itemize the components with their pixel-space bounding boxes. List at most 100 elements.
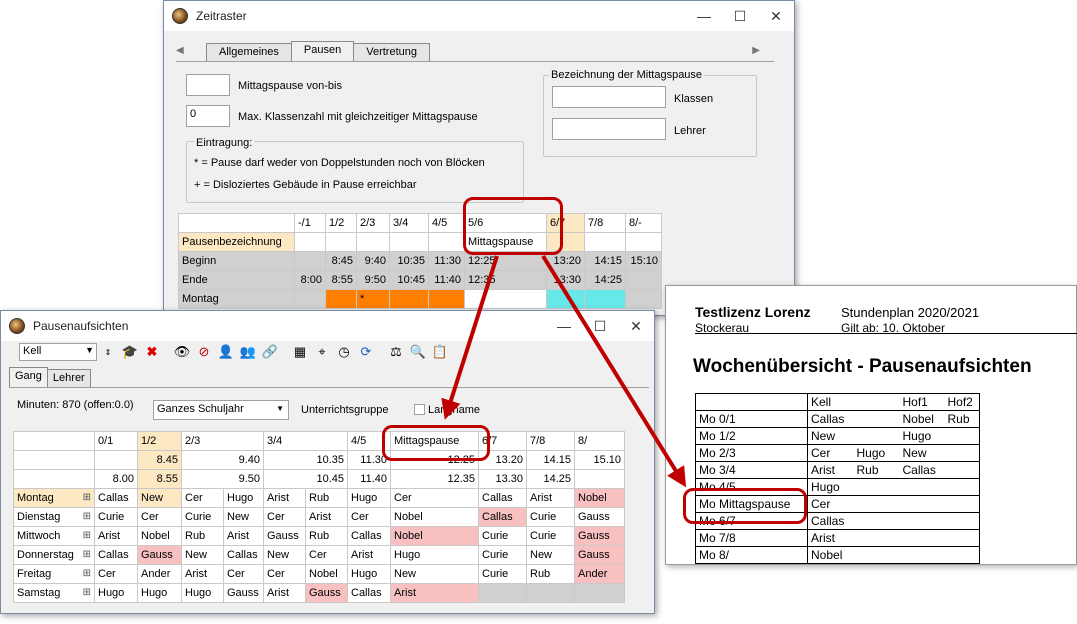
aufsicht-cell[interactable]: Callas: [347, 583, 391, 603]
aufsicht-cell[interactable]: Hugo: [347, 564, 391, 584]
clock-icon[interactable]: ◷: [335, 343, 353, 361]
aufsicht-cell[interactable]: Curie: [94, 507, 138, 527]
lehrer-input[interactable]: [552, 118, 666, 140]
grid-cell[interactable]: 15:10: [625, 251, 662, 271]
aufsicht-cell[interactable]: Hugo: [347, 488, 391, 508]
grid-cell[interactable]: [464, 289, 547, 309]
grid-cell[interactable]: [325, 289, 357, 309]
aufsicht-cell[interactable]: Rub: [181, 526, 224, 546]
grid-cell[interactable]: [625, 232, 662, 252]
grid-cell[interactable]: 9:40: [356, 251, 390, 271]
tab-scroll-right-icon[interactable]: ▶: [752, 45, 760, 56]
grid-col[interactable]: -/1: [294, 213, 326, 233]
aufsicht-cell[interactable]: Gauss: [574, 545, 625, 565]
grid-cell[interactable]: 10:35: [389, 251, 429, 271]
max-klassen-input[interactable]: 0: [186, 105, 230, 127]
aufsicht-cell[interactable]: Callas: [478, 488, 527, 508]
grid-cell[interactable]: [625, 270, 662, 290]
grid-cell[interactable]: [428, 232, 465, 252]
aufsicht-cell[interactable]: New: [181, 545, 224, 565]
crop-icon[interactable]: ⌖: [313, 343, 331, 361]
grid-cell[interactable]: [325, 232, 357, 252]
aufsicht-cell[interactable]: New: [223, 507, 264, 527]
aufsicht-cell[interactable]: Arist: [263, 488, 306, 508]
schuljahr-select[interactable]: Ganzes Schuljahr ▼: [153, 400, 289, 420]
aufsicht-cell[interactable]: Curie: [478, 564, 527, 584]
grid-cell[interactable]: 13:30: [546, 270, 585, 290]
aufsicht-cell[interactable]: Cer: [305, 545, 348, 565]
report-icon[interactable]: 📋: [431, 343, 449, 361]
grid-col[interactable]: 7/8: [584, 213, 626, 233]
aufsicht-cell[interactable]: Callas: [94, 545, 138, 565]
aufsicht-cell[interactable]: Curie: [478, 526, 527, 546]
aufsicht-cell[interactable]: Rub: [305, 488, 348, 508]
user-icon[interactable]: 👤: [217, 343, 235, 361]
maximize-icon[interactable]: ☐: [582, 315, 618, 337]
grid-col[interactable]: 8/-: [625, 213, 662, 233]
aufsicht-cell[interactable]: Arist: [390, 583, 479, 603]
aufsicht-cell[interactable]: Cer: [263, 564, 306, 584]
minimize-icon[interactable]: —: [546, 315, 582, 337]
aufsicht-cell[interactable]: Gauss: [574, 526, 625, 546]
grid-cell[interactable]: 8:00: [294, 270, 326, 290]
aufsicht-cell[interactable]: Ander: [137, 564, 182, 584]
aufsicht-cell[interactable]: Arist: [347, 545, 391, 565]
mittagspause-input[interactable]: [186, 74, 230, 96]
grid-cell[interactable]: 11:40: [428, 270, 465, 290]
aufsicht-cell[interactable]: Arist: [94, 526, 138, 546]
grid-cell[interactable]: 8:55: [325, 270, 357, 290]
aufsicht-cell[interactable]: Arist: [526, 488, 575, 508]
aufsicht-cell[interactable]: Arist: [305, 507, 348, 527]
aufsicht-cell[interactable]: Nobel: [390, 526, 479, 546]
calculator-icon[interactable]: ▦: [291, 343, 309, 361]
aufsicht-cell[interactable]: Hugo: [181, 583, 224, 603]
aufsicht-cell[interactable]: New: [137, 488, 182, 508]
grid-cell[interactable]: [584, 289, 626, 309]
grid-col[interactable]: 2/3: [356, 213, 390, 233]
aufsicht-cell[interactable]: Curie: [526, 507, 575, 527]
grid-col[interactable]: 4/5: [428, 213, 465, 233]
tab-allgemeines[interactable]: Allgemeines: [206, 43, 292, 61]
aufsicht-cell[interactable]: Arist: [181, 564, 224, 584]
spin-arrows-icon[interactable]: ⇕: [99, 343, 117, 361]
aufsicht-cell[interactable]: Hugo: [137, 583, 182, 603]
group-icon[interactable]: 👥: [239, 343, 257, 361]
aufsicht-cell[interactable]: Cer: [137, 507, 182, 527]
aufsicht-cell[interactable]: Callas: [94, 488, 138, 508]
aufsicht-cell[interactable]: Hugo: [390, 545, 479, 565]
aufsicht-cell[interactable]: Gauss: [263, 526, 306, 546]
aufsicht-cell[interactable]: Hugo: [223, 488, 264, 508]
aufsicht-cell[interactable]: Callas: [478, 507, 527, 527]
aufsicht-cell[interactable]: Curie: [526, 526, 575, 546]
aufsicht-cell[interactable]: New: [390, 564, 479, 584]
close-icon[interactable]: ✕: [618, 315, 654, 337]
grid-cell[interactable]: [584, 232, 626, 252]
aufsicht-cell[interactable]: Cer: [94, 564, 138, 584]
aufsicht-cell[interactable]: Curie: [478, 545, 527, 565]
grid-cell[interactable]: [356, 232, 390, 252]
expand-icon[interactable]: ⊞: [83, 549, 91, 560]
expand-icon[interactable]: ⊞: [83, 492, 91, 503]
aufsicht-cell[interactable]: Nobel: [305, 564, 348, 584]
grid-cell[interactable]: 14:25: [584, 270, 626, 290]
grid-cell[interactable]: 14:15: [584, 251, 626, 271]
aufsicht-cell[interactable]: Gauss: [137, 545, 182, 565]
aufsicht-cell[interactable]: Callas: [347, 526, 391, 546]
aufsicht-cell[interactable]: Gauss: [305, 583, 348, 603]
tab-scroll-left-icon[interactable]: ◀: [176, 45, 184, 56]
grid-cell[interactable]: 11:30: [428, 251, 465, 271]
aufsicht-cell[interactable]: Cer: [390, 488, 479, 508]
aufsicht-cell[interactable]: Gauss: [223, 583, 264, 603]
tab-lehrer[interactable]: Lehrer: [46, 369, 91, 387]
maximize-icon[interactable]: ☐: [722, 5, 758, 27]
grid-cell[interactable]: [546, 289, 585, 309]
aufsicht-cell[interactable]: Nobel: [137, 526, 182, 546]
grid-cell[interactable]: 9:50: [356, 270, 390, 290]
grid-cell[interactable]: 8:45: [325, 251, 357, 271]
expand-icon[interactable]: ⊞: [83, 511, 91, 522]
grid-col[interactable]: 7/8: [526, 431, 575, 451]
aufsicht-cell[interactable]: Arist: [223, 526, 264, 546]
vertical-scrollbar[interactable]: [638, 351, 648, 607]
aufsicht-cell[interactable]: [478, 583, 527, 603]
aufsicht-cell[interactable]: Hugo: [94, 583, 138, 603]
